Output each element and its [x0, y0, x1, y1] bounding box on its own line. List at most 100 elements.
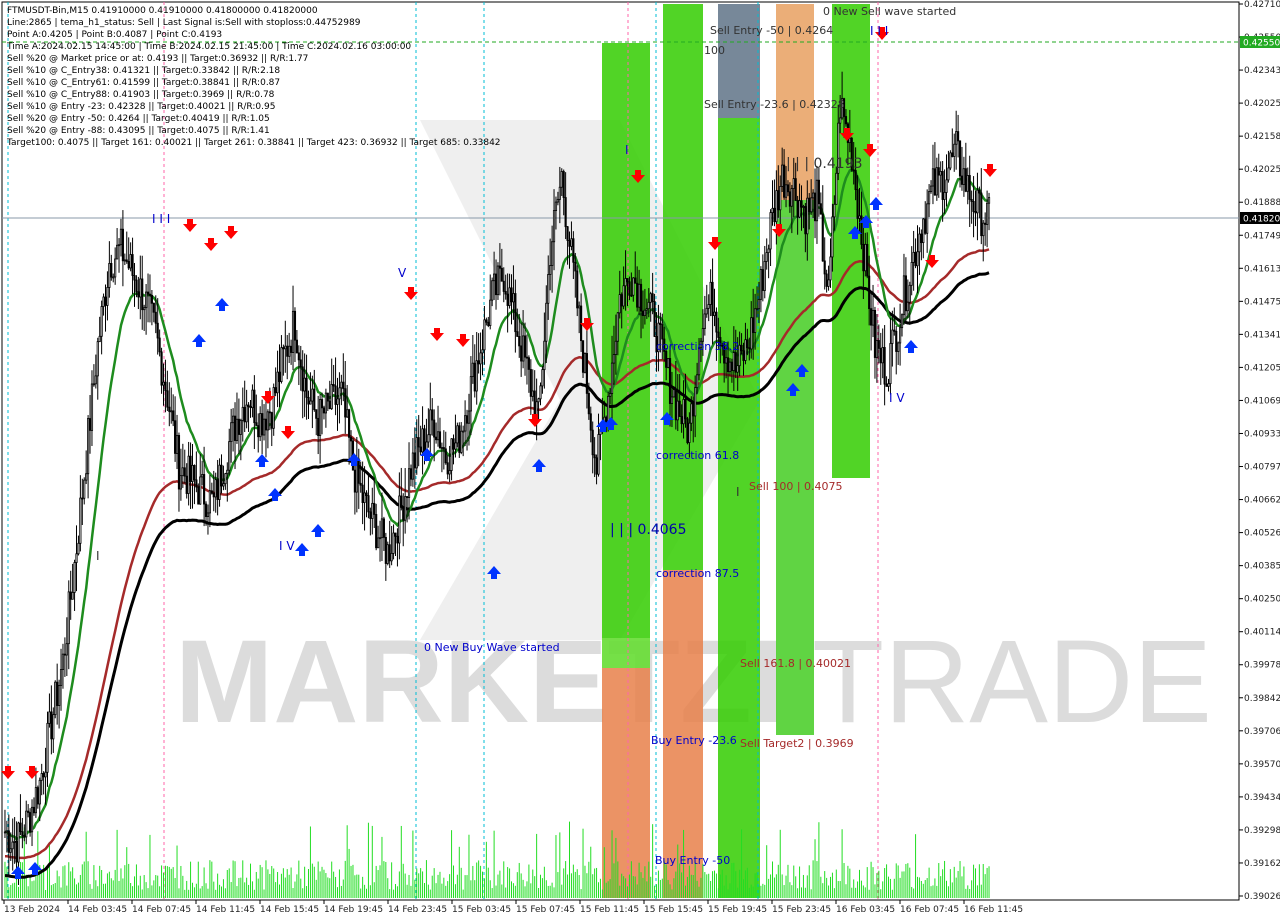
candle-body	[150, 294, 153, 304]
candle-body	[392, 532, 395, 554]
candle-body	[800, 200, 803, 208]
candle-body	[371, 502, 374, 519]
candle-body	[87, 418, 90, 475]
candle-body	[742, 350, 745, 361]
ann-new-buy-wave: 0 New Buy Wave started	[424, 641, 560, 654]
candle-body	[556, 198, 559, 203]
candle-body	[436, 431, 440, 441]
candle-body	[373, 502, 376, 515]
x-tick-label: 15 Feb 15:45	[644, 905, 703, 915]
candle-body	[342, 381, 345, 390]
candle-body	[46, 722, 49, 773]
ann-correction-618: correction 61.8	[656, 449, 739, 462]
candle-body	[518, 336, 521, 347]
candle-body	[396, 535, 399, 544]
candle-body	[324, 392, 327, 414]
candle-body	[359, 482, 362, 486]
candle-body	[870, 308, 873, 326]
candle-body	[44, 771, 47, 778]
info-line-11: Target100: 0.4075 || Target 161: 0.40021…	[6, 138, 501, 148]
candle-body	[912, 251, 915, 263]
y-tick-label: 0.40933	[1244, 429, 1280, 439]
candle-body	[746, 339, 749, 349]
candle-body	[779, 186, 782, 211]
candle-body	[249, 406, 252, 409]
candle-body	[578, 305, 581, 309]
candle-body	[282, 347, 285, 350]
candle-body	[844, 116, 848, 125]
y-tick-label: 0.42025	[1244, 165, 1280, 175]
candle-body	[527, 357, 530, 370]
candle-body	[757, 298, 761, 310]
candle-body	[19, 822, 22, 833]
candle-body	[873, 309, 877, 358]
candle-body	[904, 275, 907, 312]
candle-body	[332, 384, 335, 387]
candle-body	[508, 287, 511, 306]
candle-body	[504, 291, 507, 295]
candle-body	[158, 337, 161, 353]
candle-body	[494, 273, 498, 296]
candle-body	[440, 447, 443, 449]
candle-body	[659, 322, 662, 325]
candle-body	[908, 284, 911, 303]
candle-body	[572, 238, 575, 263]
candle-body	[587, 393, 590, 415]
candle-body	[933, 168, 936, 196]
info-line-4: Sell %20 @ Market price or at: 0.4193 ||…	[7, 54, 308, 64]
ann-label-100: 100	[704, 44, 725, 57]
candle-body	[5, 830, 8, 833]
candle-body	[137, 291, 140, 298]
candle-body	[595, 457, 598, 475]
watermark-right: TRADE	[812, 616, 1212, 748]
candle-body	[777, 190, 780, 211]
candle-body	[962, 168, 965, 185]
candle-body	[353, 469, 356, 493]
candle-body	[7, 830, 10, 853]
candle-body	[462, 430, 465, 433]
y-tick-label: 0.41888	[1244, 198, 1280, 208]
candle-body	[593, 454, 596, 459]
candle-body	[581, 340, 585, 373]
candle-body	[502, 280, 505, 292]
candle-body	[465, 415, 469, 424]
candle-body	[102, 296, 105, 307]
candle-body	[583, 353, 587, 373]
candle-body	[63, 653, 66, 656]
candle-body	[496, 265, 500, 296]
candle-body	[674, 389, 677, 421]
y-tick-label: 0.40662	[1244, 496, 1280, 506]
candle-body	[141, 278, 144, 311]
candle-body	[133, 275, 136, 281]
candle-body	[454, 442, 457, 450]
candle-body	[510, 287, 513, 303]
candle-body	[854, 170, 857, 191]
candle-body	[638, 283, 641, 308]
y-tick-label: 0.39026	[1244, 892, 1280, 902]
candle-body	[618, 294, 621, 314]
info-line-1: Line:2865 | tema_h1_status: Sell | Last …	[7, 18, 361, 28]
candle-body	[957, 131, 960, 142]
candle-body	[363, 492, 366, 503]
candle-body	[378, 537, 382, 540]
candle-body	[309, 400, 312, 405]
candle-body	[54, 681, 57, 716]
ann-wave-iii-b: I I I	[870, 24, 888, 38]
candle-body	[382, 518, 385, 538]
candle-body	[398, 495, 401, 544]
y-tick-label: 0.41341	[1244, 330, 1280, 340]
candle-body	[162, 381, 165, 386]
candle-body	[871, 309, 875, 326]
candle-body	[982, 222, 985, 237]
candle-body	[630, 294, 633, 297]
candle-body	[40, 773, 43, 781]
candle-body	[819, 203, 822, 215]
candle-body	[197, 486, 200, 505]
candle-body	[48, 711, 51, 724]
candle-body	[806, 197, 809, 235]
candle-body	[754, 308, 757, 333]
ann-sell-1618: Sell 161.8 | 0.40021	[740, 657, 851, 670]
candle-body	[154, 311, 157, 324]
candle-body	[262, 418, 266, 436]
candle-body	[125, 259, 128, 262]
